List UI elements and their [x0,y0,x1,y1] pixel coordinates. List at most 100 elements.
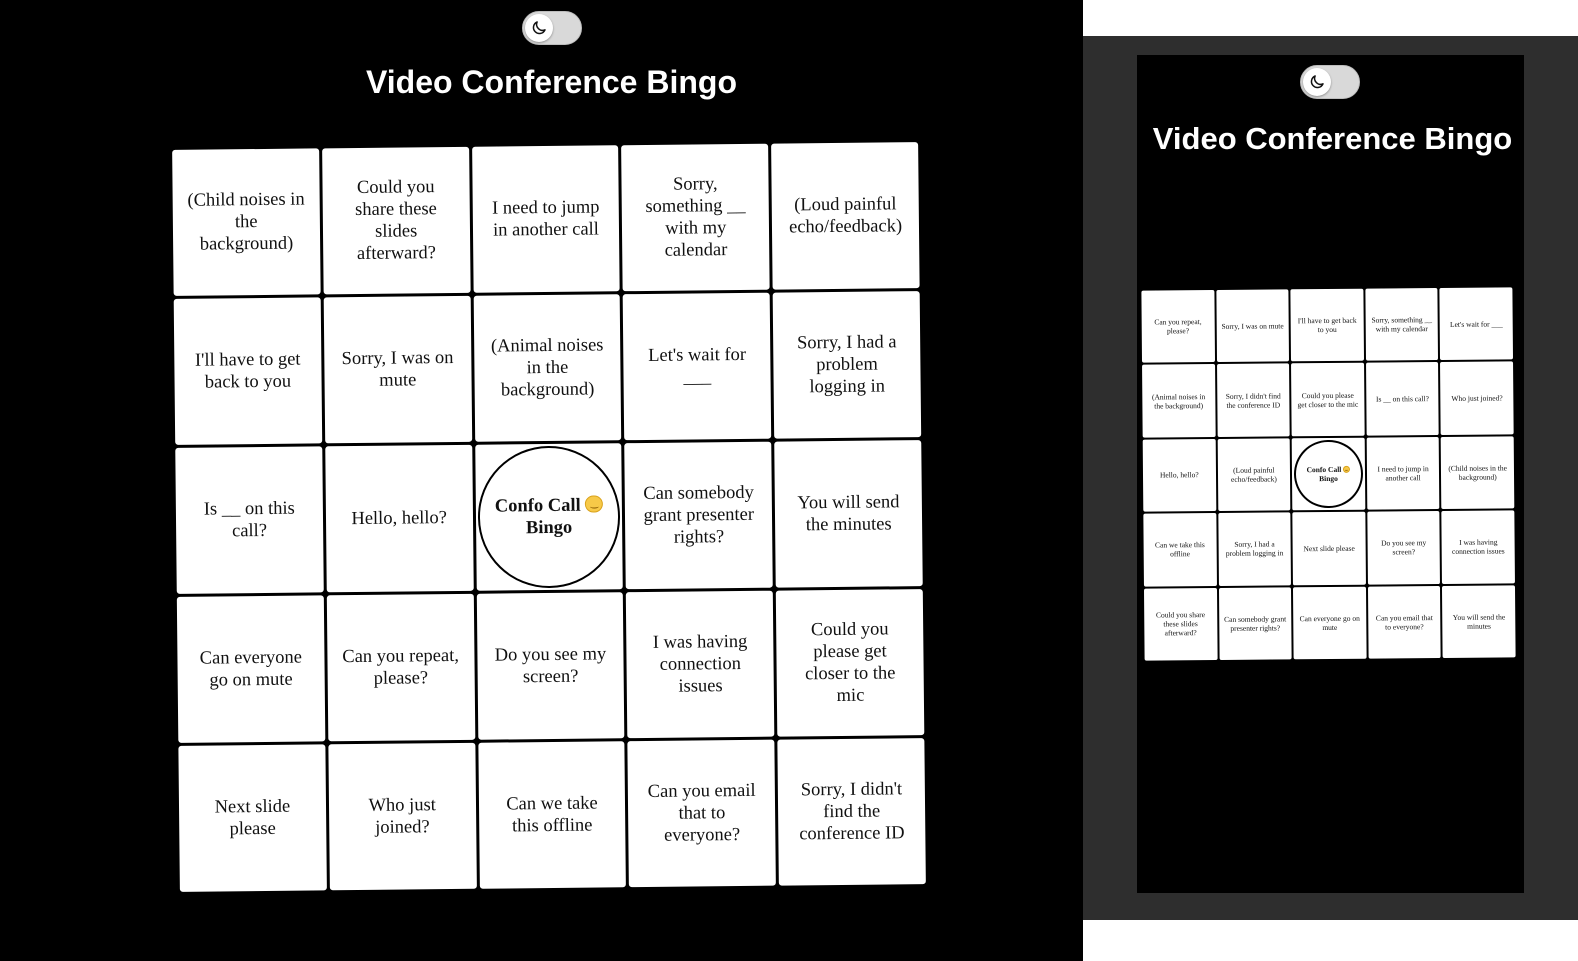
center-label-line2: Bingo [1319,473,1338,484]
bingo-cell[interactable]: Can somebody grant presenter rights? [1218,586,1292,660]
bingo-cell[interactable]: Is __ on this call? [175,446,324,594]
bingo-cell-text: Who just joined? [1451,393,1503,404]
bingo-cell[interactable]: Can we take this offline [477,741,627,889]
page-title: Video Conference Bingo [365,64,737,100]
center-label-line1: Confo Call [494,495,581,517]
bingo-cell-text: Do you see my screen? [1381,538,1427,557]
bingo-cell[interactable]: Next slide please [1292,511,1366,585]
bingo-cell-text: Could you please get closer to the mic [1297,390,1359,409]
bingo-cell[interactable]: Sorry, I was on mute [323,295,472,444]
bingo-cell[interactable]: Sorry, I had a problem logging in [1217,512,1292,586]
bingo-cell[interactable]: Hello, hello? [1142,438,1216,512]
bingo-cell-text: Hello, hello? [1159,470,1199,480]
bingo-cell-text: Can somebody grant presenter rights? [643,482,755,548]
smiling-face-icon [585,495,603,513]
bingo-cell-text: Can everyone go on mute [1299,613,1360,632]
bingo-cell-text: (Child noises in the background) [1448,463,1507,482]
bingo-cell-text: Sorry, I was on mute [341,347,454,391]
bingo-cell-text: Can you repeat, please? [342,645,460,689]
bingo-cell[interactable]: Can everyone go on mute [176,595,326,743]
bingo-cell-text: Can somebody grant presenter rights? [1224,614,1287,633]
bingo-cell[interactable]: Do you see my screen? [1367,511,1441,585]
bingo-cell[interactable]: Next slide please [178,744,327,892]
bingo-cell[interactable]: Could you share these slides afterward? [321,146,471,295]
bingo-center-cell[interactable]: Confo Call Bingo [474,443,624,591]
bingo-cell[interactable]: Sorry, something __ with my calendar [621,143,770,292]
bingo-cell[interactable]: (Child noises in the background) [172,148,321,296]
bingo-cell-text: You will send the minutes [797,492,900,536]
bingo-cell[interactable]: I'll have to get back to you [173,297,323,445]
bingo-cell[interactable]: Sorry, I didn't find the conference ID [777,738,926,886]
bingo-cell[interactable]: Could you please get closer to the mic [1291,363,1365,437]
bingo-cell[interactable]: Who just joined? [328,742,477,891]
bingo-cell-text: I was having connection issues [652,631,748,697]
desktop-view: Video Conference Bingo (Child noises in … [0,0,1083,961]
bingo-cell[interactable]: You will send the minutes [774,440,923,588]
smiling-face-icon [1343,465,1351,473]
bingo-cell[interactable]: Can everyone go on mute [1293,586,1367,660]
bingo-cell-text: Do you see my screen? [494,644,607,688]
bingo-cell-text: Sorry, something __ with my calendar [1371,315,1433,334]
dark-mode-toggle[interactable] [1300,65,1360,99]
bingo-cell-text: (Animal noises in the background) [490,335,604,401]
bingo-cell-text: Hello, hello? [351,508,448,530]
bingo-center-cell[interactable]: Confo Call Bingo [1291,437,1366,511]
bingo-cell-text: I'll have to get back to you [1297,315,1357,335]
bingo-cell[interactable]: Sorry, I was on mute [1215,289,1290,363]
bingo-cell[interactable]: I need to jump in another call [471,145,621,293]
bingo-cell[interactable]: I was having connection issues [1441,510,1515,584]
bingo-cell[interactable]: Sorry, I had a problem logging in [772,291,922,439]
toggle-knob[interactable] [525,14,553,42]
bingo-cell[interactable]: Hello, hello? [325,444,474,593]
page-title: Video Conference Bingo [1152,121,1513,156]
bingo-cell-text: Is __ on this call? [1375,394,1429,404]
bingo-cell[interactable]: (Animal noises in the background) [473,294,622,442]
moon-icon [532,21,546,35]
bingo-cell-text: Is __ on this call? [203,498,295,542]
bingo-cell[interactable]: You will send the minutes [1442,584,1516,659]
bingo-cell-text: Can we take this offline [1154,540,1205,559]
bingo-cell-text: Can you repeat, please? [1154,317,1202,336]
bingo-cell-text: Sorry, something __ with my calendar [645,174,746,261]
bingo-cell[interactable]: I'll have to get back to you [1290,288,1364,362]
bingo-cell[interactable]: Can you repeat, please? [326,593,475,742]
bingo-cell-text: I was having connection issues [1451,537,1505,557]
bingo-cell[interactable]: Let's wait for ___ [623,292,772,441]
bingo-cell[interactable]: Is __ on this call? [1365,362,1440,436]
bingo-cell-text: Can everyone go on mute [199,647,303,691]
bingo-cell[interactable]: I was having connection issues [626,590,775,739]
bingo-cell-text: Let's wait for ___ [1449,319,1503,329]
bingo-cell[interactable]: Can you email that to everyone? [1367,585,1442,659]
bingo-cell[interactable]: Let's wait for ___ [1439,287,1513,361]
bingo-cell[interactable]: Could you share these slides afterward? [1143,587,1218,661]
bingo-cell[interactable]: Could you please get closer to the mic [775,589,925,737]
bingo-cell[interactable]: Do you see my screen? [476,592,625,740]
bingo-cell[interactable]: (Loud painful echo/feedback) [1217,438,1291,512]
bingo-cell-text: I need to jump in another call [491,197,600,241]
dark-mode-toggle[interactable] [522,11,582,45]
bingo-cell[interactable]: Sorry, something __ with my calendar [1365,288,1439,362]
bingo-cell[interactable]: (Loud painful echo/feedback) [771,142,920,290]
center-label-line1: Confo Call [1306,464,1342,475]
bingo-cell[interactable]: (Animal noises in the background) [1142,364,1216,438]
bingo-cell-text: Let's wait for ___ [648,344,747,388]
bingo-cell-text: Sorry, I had a problem logging in [796,332,897,398]
center-label: Confo Call Bingo [495,494,603,539]
bingo-cell[interactable]: Can you email that to everyone? [627,739,777,888]
bingo-cell-text: Can you email that to everyone? [1375,612,1433,632]
bingo-cell-text: Next slide please [214,796,291,840]
bingo-cell[interactable]: Who just joined? [1440,361,1514,435]
mobile-preview-frame: Video Conference Bingo Can you repeat, p… [1083,36,1578,920]
bingo-cell[interactable]: Can we take this offline [1143,513,1217,587]
bingo-cell[interactable]: Can you repeat, please? [1141,289,1215,364]
bingo-cell[interactable]: Can somebody grant presenter rights? [624,441,773,590]
bingo-cell-text: Can you email that to everyone? [647,780,756,846]
bingo-cell-text: (Child noises in the background) [187,189,305,255]
bingo-cell[interactable]: I need to jump in another call [1366,436,1440,510]
bingo-cell[interactable]: Sorry, I didn't find the conference ID [1216,363,1290,437]
toggle-knob[interactable] [1303,68,1331,96]
bingo-cell-text: You will send the minutes [1452,612,1506,631]
bingo-cell[interactable]: (Child noises in the background) [1441,436,1515,510]
center-label-line2: Bingo [525,517,573,539]
bingo-board: Can you repeat, please? Sorry, I was on m… [1141,287,1516,661]
